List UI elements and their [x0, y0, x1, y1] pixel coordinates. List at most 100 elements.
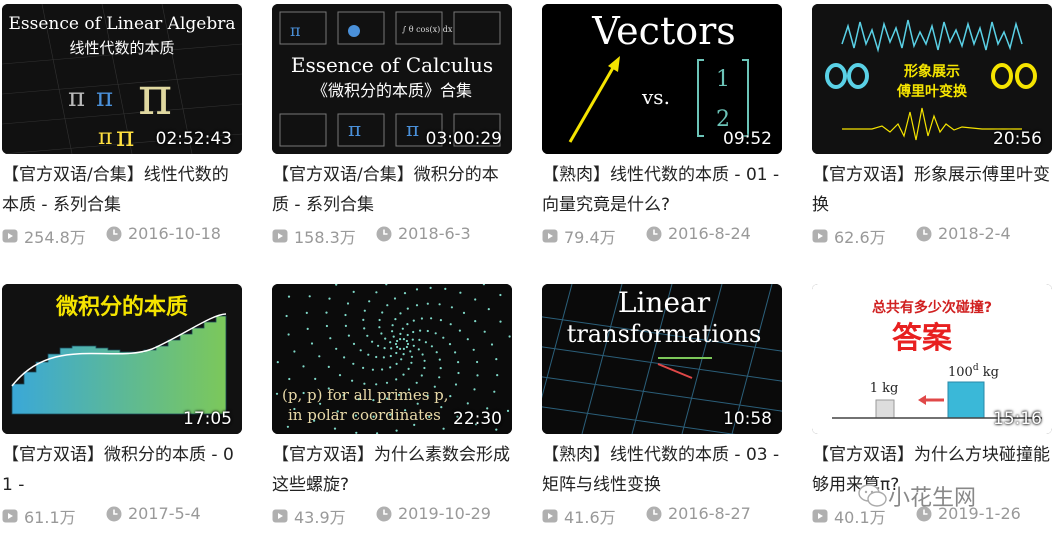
spiral-dot — [449, 323, 452, 326]
spiral-dot — [396, 339, 399, 343]
video-thumbnail[interactable]: 总共有多少次碰撞? 答案 1 kg 100d kg 15:16 — [812, 284, 1052, 434]
video-duration: 22:30 — [453, 409, 502, 429]
spiral-dot — [406, 307, 409, 310]
spiral-dot — [389, 366, 392, 369]
video-title[interactable]: 【官方双语】微积分的本质 - 01 - — [2, 440, 242, 500]
video-thumbnail[interactable]: 形象展示 傅里叶变换 20:56 — [812, 4, 1052, 154]
spiral-dot — [351, 379, 354, 382]
play-count-icon — [272, 509, 288, 523]
spiral-dot — [363, 327, 366, 330]
spiral-dot — [444, 287, 447, 290]
spiral-dot — [363, 382, 366, 385]
video-duration: 15:16 — [993, 409, 1042, 429]
spiral-dot — [476, 360, 479, 364]
view-count-value: 79.4万 — [564, 228, 616, 247]
upload-date: 2017-5-4 — [106, 504, 201, 523]
spiral-dot — [406, 323, 409, 326]
upload-date: 2018-2-4 — [916, 224, 1011, 243]
spiral-dot — [399, 312, 402, 315]
spiral-dot — [508, 335, 511, 338]
play-count-icon — [272, 229, 288, 243]
spiral-dot — [490, 343, 494, 346]
spiral-dot — [371, 340, 374, 343]
video-thumbnail[interactable]: (p, p) for all primes p, in polar coordi… — [272, 284, 512, 434]
video-meta: 62.6万 2018-2-4 — [812, 224, 1055, 250]
upload-date-value: 2019-10-29 — [398, 504, 491, 523]
spiral-dot — [424, 341, 427, 344]
video-duration: 17:05 — [183, 409, 232, 429]
spiral-dot — [325, 311, 328, 314]
spiral-dot — [499, 293, 502, 297]
view-count: 254.8万 — [2, 224, 86, 248]
spiral-dot — [314, 377, 317, 380]
spiral-dot — [395, 362, 398, 365]
spiral-dot — [327, 365, 330, 368]
spiral-dot — [288, 377, 291, 381]
video-thumbnail[interactable]: Linear transformations 10:58 — [542, 284, 782, 434]
spiral-dot — [293, 350, 296, 353]
upload-date-value: 2016-10-18 — [128, 224, 221, 243]
spiral-dot — [333, 427, 337, 430]
video-title[interactable]: 【官方双语】形象展示傅里叶变换 — [812, 160, 1052, 220]
spiral-dot — [371, 368, 374, 371]
spiral-dot — [495, 358, 498, 361]
spiral-dot — [439, 319, 442, 322]
video-thumbnail[interactable]: π ∫ θ cos(x) dx π π Essence of Calculus … — [272, 4, 512, 154]
video-title[interactable]: 【熟肉】线性代数的本质 - 03 - 矩阵与线性变换 — [542, 440, 782, 500]
video-title[interactable]: 【官方双语/合集】微积分的本质 - 系列合集 — [272, 160, 512, 220]
thumb-title-en: Essence of Calculus — [291, 53, 493, 77]
watermark-text: 小花生网 — [888, 486, 977, 511]
spiral-dot — [399, 338, 402, 341]
spiral-dot — [381, 311, 384, 314]
upload-date: 2016-10-18 — [106, 224, 221, 243]
spiral-dot — [389, 354, 392, 358]
spiral-dot — [355, 431, 358, 434]
spiral-dot — [335, 347, 338, 350]
spiral-dot — [418, 338, 421, 341]
spiral-dot — [352, 342, 356, 345]
video-meta: 254.8万 2016-10-18 — [2, 224, 252, 250]
spiral-dot — [343, 356, 346, 359]
spiral-dot — [395, 378, 398, 381]
spiral-dot — [457, 361, 460, 364]
upload-date: 2016-8-24 — [646, 224, 751, 243]
spiral-dot — [366, 334, 369, 337]
play-count-icon — [542, 229, 558, 243]
video-title[interactable]: 【官方双语/合集】线性代数的本质 - 系列合集 — [2, 160, 242, 220]
spiral-dot — [421, 353, 424, 356]
pi-symbol: π — [68, 83, 85, 113]
video-meta: 41.6万 2016-8-27 — [542, 504, 792, 530]
spiral-dot — [391, 324, 394, 327]
upload-date-value: 2018-6-3 — [398, 224, 471, 243]
spiral-dot — [459, 291, 462, 294]
spiral-dot — [383, 347, 386, 350]
spiral-dot — [466, 402, 469, 405]
spiral-dot — [287, 333, 290, 336]
spiral-dot — [325, 324, 328, 328]
video-title[interactable]: 【熟肉】线性代数的本质 - 01 - 向量究竟是什么? — [542, 160, 782, 220]
spiral-dot — [506, 409, 510, 412]
spiral-dot — [412, 344, 415, 347]
spiral-dot — [450, 306, 453, 309]
spiral-dot — [375, 291, 378, 294]
spiral-dot — [462, 311, 466, 314]
pi-symbol: π — [138, 67, 172, 127]
pi-symbol: π — [116, 120, 134, 153]
thumb-title-en: transformations — [567, 320, 762, 348]
spiral-dot — [347, 334, 350, 337]
thumb-title-zh: 形象展示 — [904, 63, 960, 80]
clock-icon — [376, 506, 392, 521]
video-title[interactable]: 【官方双语】为什么素数会形成这些螺旋? — [272, 440, 512, 500]
spiral-dot — [403, 292, 407, 295]
spiral-dot — [329, 337, 332, 340]
spiral-dot — [405, 345, 408, 349]
spiral-dot — [426, 302, 429, 305]
video-thumbnail[interactable]: Vectors vs. 1 2 09:52 — [542, 4, 782, 154]
thumb-vs: vs. — [641, 85, 670, 109]
video-thumbnail[interactable]: Essence of Linear Algebra 线性代数的本质 π π π … — [2, 4, 242, 154]
video-duration: 02:52:43 — [155, 129, 232, 149]
spiral-dot — [419, 329, 422, 332]
video-thumbnail[interactable]: 微积分的本质 17:05 — [2, 284, 242, 434]
thumb-title-en: Essence of Linear Algebra — [9, 14, 236, 34]
spiral-dot — [405, 339, 408, 343]
